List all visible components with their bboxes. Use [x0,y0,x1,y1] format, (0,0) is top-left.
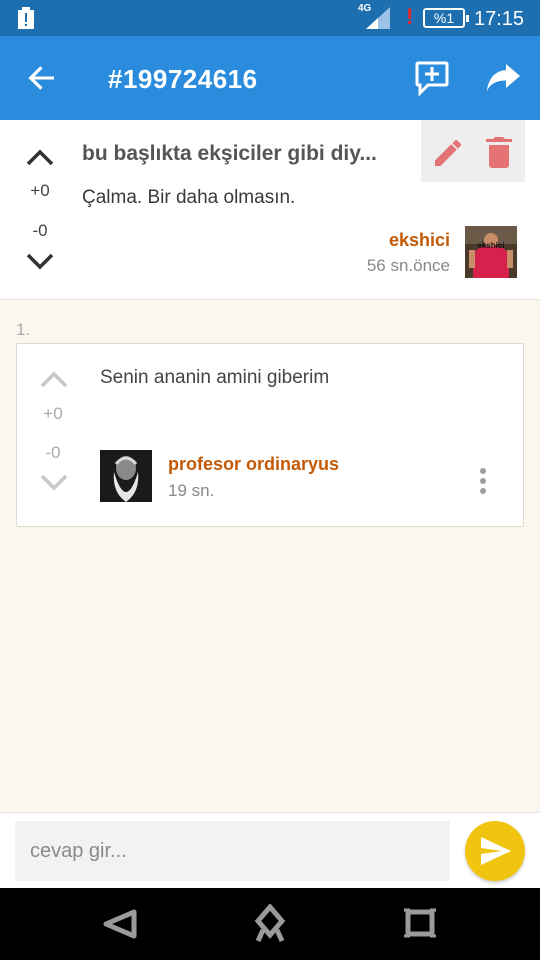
send-button[interactable] [465,821,525,881]
avatar-caption: ekshici [477,241,504,250]
nav-recent-apps-icon[interactable] [402,906,438,940]
entry-card: +0 -0 bu başlıkta ekşiciler gibi diy... … [0,120,540,300]
reply-downvote-chevron-down-icon[interactable] [39,472,69,494]
pencil-icon[interactable] [431,136,463,168]
app-bar: #199724616 [0,36,540,120]
reply-time: 19 sn. [168,481,215,500]
status-bar: 4G ! %1 17:15 [0,0,540,36]
status-clock: 17:15 [474,8,525,30]
reply-author-avatar[interactable] [100,450,152,502]
entry-time: 56 sn.önce [366,256,450,275]
send-icon [481,837,511,865]
reply-card: +0 -0 Senin ananin amini giberim profeso… [16,343,524,527]
reply-number: 1. [16,320,31,339]
reply-upvote-count: +0 [43,404,63,423]
entry-title[interactable]: bu başlıkta ekşiciler gibi diy... [82,142,412,166]
entry-downvote-count: -0 [32,221,48,240]
reply-input[interactable] [15,821,450,881]
nav-home-icon[interactable] [254,904,286,944]
comment-plus-icon[interactable] [414,60,450,96]
back-arrow-icon[interactable] [26,62,58,94]
reply-composer [0,812,540,888]
reply-text: Senin ananin amini giberim [100,367,330,388]
entry-author-avatar[interactable]: ekshici [465,226,517,278]
edit-tools [421,120,525,182]
warning-icon: ! [406,4,414,29]
reply-upvote-chevron-up-icon[interactable] [39,368,69,390]
reply-author[interactable]: profesor ordinaryus [168,454,339,475]
nav-back-icon[interactable] [102,908,138,940]
system-navigation-bar [0,888,540,960]
trash-icon[interactable] [485,136,513,168]
more-vertical-icon[interactable] [475,466,491,496]
reply-downvote-count: -0 [45,443,61,462]
page-title: #199724616 [108,64,258,94]
upvote-chevron-up-icon[interactable] [25,146,55,168]
entry-upvote-count: +0 [30,181,50,200]
share-icon[interactable] [486,62,522,94]
battery-indicator: %1 [423,8,469,28]
entry-body: Çalma. Bir daha olmasın. [82,187,296,208]
signal-icon [366,7,390,29]
notification-alert-icon [18,7,34,29]
downvote-chevron-down-icon[interactable] [25,251,55,273]
entry-author[interactable]: ekshici [389,230,450,251]
